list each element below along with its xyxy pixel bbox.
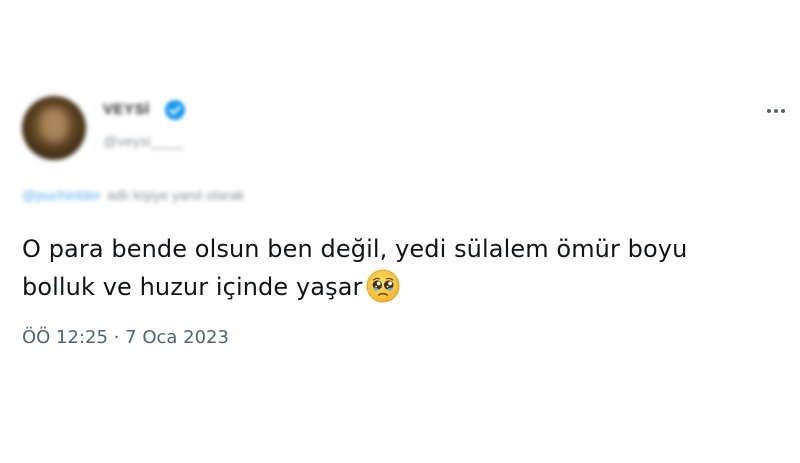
tweet-card: VEYSİ @veysi____ @puchinlder adlı kişiye … <box>0 0 800 463</box>
tweet-date[interactable]: 7 Oca 2023 <box>125 327 229 348</box>
tweet-text-line: O para bende olsun ben değil, yedi sülal… <box>22 235 688 263</box>
more-horizontal-icon[interactable] <box>762 104 790 118</box>
more-dot <box>774 109 778 113</box>
tweet-timestamp[interactable]: ÖÖ 12:25 · 7 Oca 2023 <box>22 327 229 348</box>
more-dot <box>767 109 771 113</box>
verified-badge-icon <box>165 100 185 120</box>
tweet-text: O para bende olsun ben değil, yedi sülal… <box>22 230 782 306</box>
user-handle[interactable]: @veysi____ <box>103 133 183 149</box>
tweet-text-line: bolluk ve huzur içinde yaşar <box>22 273 363 301</box>
tweet-time[interactable]: ÖÖ 12:25 <box>22 327 108 348</box>
reply-context-text: adlı kişiye yanıt olarak <box>106 187 245 203</box>
reply-context: @puchinlder adlı kişiye yanıt olarak <box>22 187 245 203</box>
pleading-face-emoji-icon <box>366 269 400 303</box>
tweet-text-line-2: bolluk ve huzur içinde yaşar <box>22 268 782 306</box>
user-display-name[interactable]: VEYSİ <box>103 101 150 118</box>
avatar-face-shape <box>40 108 68 142</box>
more-dot <box>781 109 785 113</box>
reply-mention-link[interactable]: @puchinlder <box>22 187 101 203</box>
timestamp-separator: · <box>113 327 120 348</box>
